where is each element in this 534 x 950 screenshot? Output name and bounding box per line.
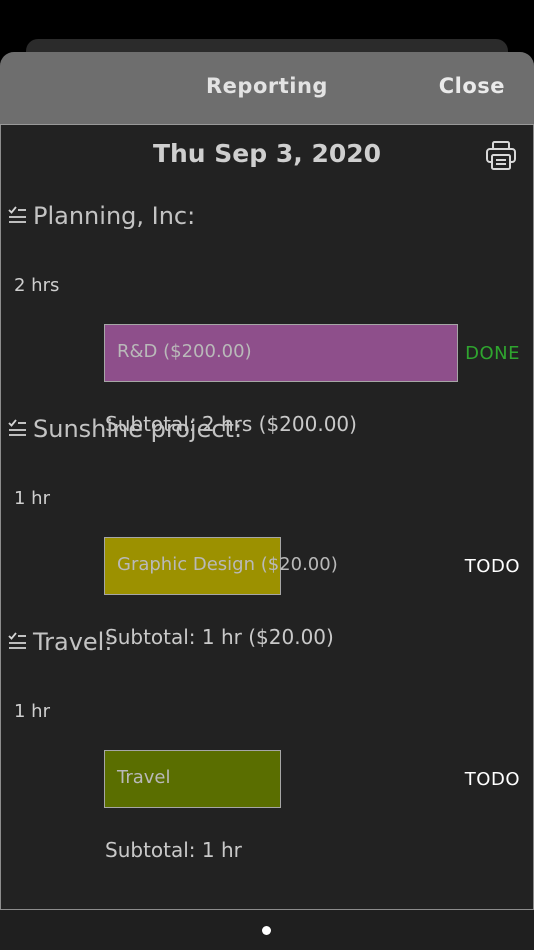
task-list-icon — [7, 631, 27, 653]
reporting-sheet: Reporting Close Thu Sep 3, 2020 Planning… — [0, 52, 534, 950]
project-name: Travel: — [33, 628, 113, 656]
project-heading: Travel: — [7, 628, 112, 656]
task-bar[interactable]: Graphic Design ($20.00) — [104, 537, 458, 595]
project-name: Planning, Inc: — [33, 202, 196, 230]
page-indicator-dot[interactable] — [262, 926, 271, 935]
project-heading: Planning, Inc: — [7, 202, 195, 230]
task-list-icon — [7, 418, 27, 440]
sheet-header: Reporting Close — [0, 52, 534, 125]
task-hours: 1 hr — [14, 488, 50, 509]
task-status-todo[interactable]: TODO — [465, 556, 520, 577]
printer-icon[interactable] — [485, 139, 517, 171]
task-label: Graphic Design ($20.00) — [117, 554, 338, 575]
bottom-pager-bar — [0, 910, 534, 950]
project-heading: Sunshine project: — [7, 415, 242, 443]
task-bar[interactable]: Travel — [104, 750, 458, 808]
task-label: Travel — [117, 767, 171, 788]
task-label: R&D ($200.00) — [117, 341, 252, 362]
report-content: Thu Sep 3, 2020 Planning, Inc: 2 hrs R&D… — [0, 125, 534, 910]
task-hours: 1 hr — [14, 701, 50, 722]
task-list-icon — [7, 205, 27, 227]
project-name: Sunshine project: — [33, 415, 243, 443]
task-hours: 2 hrs — [14, 275, 60, 296]
task-status-todo[interactable]: TODO — [465, 769, 520, 790]
project-subtotal: Subtotal: 1 hr ($20.00) — [105, 625, 334, 649]
close-button[interactable]: Close — [439, 74, 505, 98]
report-date: Thu Sep 3, 2020 — [152, 139, 382, 168]
task-bar[interactable]: R&D ($200.00) — [104, 324, 458, 382]
task-status-done[interactable]: DONE — [465, 343, 520, 364]
project-subtotal: Subtotal: 1 hr — [105, 838, 242, 862]
